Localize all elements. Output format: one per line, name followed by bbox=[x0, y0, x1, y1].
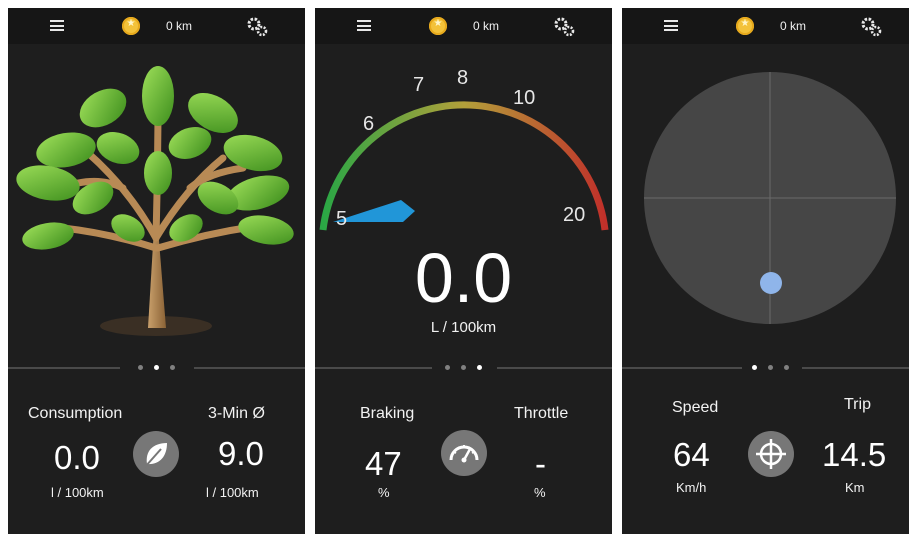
speed-label: Speed bbox=[672, 399, 719, 416]
coin-icon[interactable] bbox=[736, 17, 754, 35]
gauge-tick: 7 bbox=[413, 74, 425, 96]
coin-icon[interactable] bbox=[122, 17, 140, 35]
consumption-label: Consumption bbox=[28, 405, 123, 422]
page-indicator[interactable] bbox=[315, 364, 612, 372]
crosshair-button[interactable] bbox=[748, 431, 794, 477]
gear-icon[interactable] bbox=[553, 16, 575, 38]
menu-icon[interactable] bbox=[664, 20, 678, 31]
speed-unit: Km/h bbox=[676, 480, 707, 495]
top-bar: 0 km bbox=[315, 8, 612, 44]
screen-tree: 0 km bbox=[8, 8, 305, 534]
page-dot-active[interactable] bbox=[477, 365, 482, 370]
page-dot[interactable] bbox=[138, 365, 143, 370]
gauge-unit: L / 100km bbox=[430, 319, 497, 336]
throttle-label: Throttle bbox=[514, 405, 569, 422]
consumption-value: 0.0 bbox=[54, 439, 100, 476]
page-indicator[interactable] bbox=[8, 364, 305, 372]
top-bar: 0 km bbox=[8, 8, 305, 44]
gear-icon[interactable] bbox=[860, 16, 882, 38]
gauge-value: 0.0 bbox=[414, 239, 513, 317]
page-dot[interactable] bbox=[170, 365, 175, 370]
gauge-tick: 10 bbox=[513, 87, 536, 109]
braking-value: 47 bbox=[365, 445, 402, 482]
trip-label: Trip bbox=[844, 396, 871, 413]
menu-icon[interactable] bbox=[357, 20, 371, 31]
speedometer-button[interactable] bbox=[441, 430, 487, 476]
throttle-unit: % bbox=[534, 485, 546, 500]
top-bar: 0 km bbox=[622, 8, 909, 44]
gear-icon[interactable] bbox=[246, 16, 268, 38]
tree-illustration bbox=[16, 66, 294, 336]
trip-unit: Km bbox=[845, 480, 865, 495]
consumption-unit: l / 100km bbox=[51, 485, 104, 500]
avg-consumption-unit: l / 100km bbox=[206, 485, 259, 500]
gauge-tick: 6 bbox=[363, 113, 375, 135]
gauge-tick: 8 bbox=[457, 67, 469, 89]
distance-label: 0 km bbox=[473, 19, 500, 33]
screen-g-force: 0 km Speed 64 Km/h Trip 14.5 Km bbox=[622, 8, 909, 534]
coin-icon[interactable] bbox=[429, 17, 447, 35]
speedometer-icon bbox=[449, 445, 479, 463]
braking-label: Braking bbox=[360, 405, 415, 422]
trip-value: 14.5 bbox=[822, 436, 887, 473]
braking-unit: % bbox=[378, 485, 390, 500]
throttle-value: - bbox=[535, 445, 546, 482]
page-indicator[interactable] bbox=[622, 364, 909, 372]
page-dot[interactable] bbox=[461, 365, 466, 370]
avg-consumption-value: 9.0 bbox=[218, 435, 264, 472]
page-dot-active[interactable] bbox=[154, 365, 159, 370]
crosshair-icon bbox=[756, 439, 786, 469]
leaf-button[interactable] bbox=[133, 431, 179, 477]
distance-label: 0 km bbox=[780, 19, 807, 33]
page-dot[interactable] bbox=[768, 365, 773, 370]
leaf-icon bbox=[144, 443, 167, 468]
distance-label: 0 km bbox=[166, 19, 193, 33]
position-marker bbox=[760, 272, 782, 294]
page-dot[interactable] bbox=[445, 365, 450, 370]
screen-gauge: 0 km 5 6 7 8 10 20 0.0 L / 100km Braking bbox=[315, 8, 612, 534]
gauge-tick: 20 bbox=[563, 204, 586, 226]
menu-icon[interactable] bbox=[50, 20, 64, 31]
g-force-radar bbox=[644, 72, 896, 324]
gauge-tick: 5 bbox=[336, 208, 348, 230]
page-dot[interactable] bbox=[784, 365, 789, 370]
avg-consumption-label: 3-Min Ø bbox=[208, 405, 265, 422]
page-dot-active[interactable] bbox=[752, 365, 757, 370]
speed-value: 64 bbox=[673, 436, 710, 473]
